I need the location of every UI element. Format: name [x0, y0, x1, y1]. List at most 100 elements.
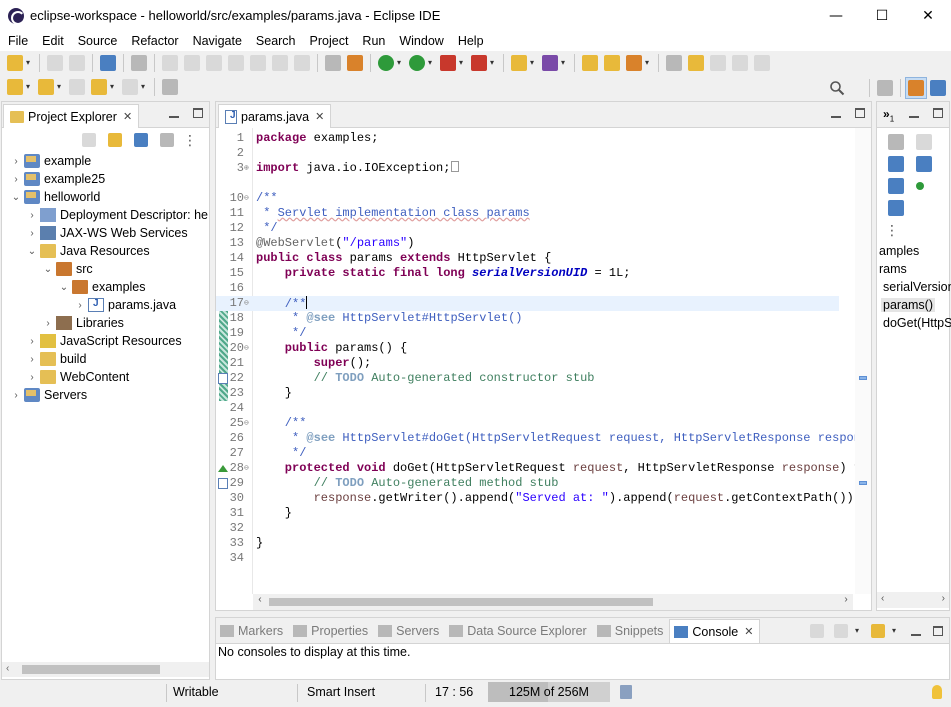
search-tool-icon[interactable]	[626, 55, 642, 71]
expand-icon[interactable]: ›	[74, 299, 86, 311]
heap-status[interactable]: 125M of 256M	[488, 682, 610, 702]
view-menu-icon[interactable]: ⋮	[183, 132, 197, 149]
tab-params-java[interactable]: params.java ✕	[218, 104, 332, 128]
new-java-project-icon[interactable]	[511, 55, 527, 71]
expand-icon[interactable]: ›	[26, 353, 38, 365]
tab-properties[interactable]: Properties	[289, 619, 374, 643]
focus-icon[interactable]	[160, 133, 174, 147]
new-console-dropdown-icon[interactable]: ▾	[892, 623, 899, 639]
java-perspective-icon[interactable]	[927, 77, 949, 99]
coverage-dropdown-icon[interactable]: ▾	[459, 55, 466, 71]
mark-occurrences-icon[interactable]	[688, 55, 704, 71]
tab-data-source-explorer[interactable]: Data Source Explorer	[445, 619, 593, 643]
tree-item[interactable]: ⌄ examples	[58, 278, 146, 296]
expand-icon[interactable]: ›	[26, 227, 38, 239]
open-perspective-icon[interactable]	[874, 77, 896, 99]
search-dropdown-icon[interactable]: ▾	[645, 55, 652, 71]
menu-run[interactable]: Run	[355, 31, 392, 51]
outline-item[interactable]: rams	[879, 262, 907, 276]
expand-icon[interactable]: ›	[26, 371, 38, 383]
next-annotation-dropdown-icon[interactable]: ▾	[26, 79, 33, 95]
view-menu-icon[interactable]: ⋮	[885, 222, 907, 239]
menu-edit[interactable]: Edit	[35, 31, 71, 51]
task-marker-icon[interactable]	[218, 373, 228, 384]
maximize-view-icon[interactable]	[855, 108, 865, 118]
disconnect-icon[interactable]	[228, 55, 244, 71]
external-tools-dropdown-icon[interactable]: ▾	[490, 55, 497, 71]
step-return-icon[interactable]	[294, 55, 310, 71]
back-dropdown-icon[interactable]: ▾	[110, 79, 117, 95]
expand-icon[interactable]: ›	[10, 155, 22, 167]
horizontal-scrollbar[interactable]: ‹ ›	[253, 594, 853, 610]
expand-icon[interactable]: ›	[10, 173, 22, 185]
overview-ruler[interactable]	[855, 128, 871, 594]
collapse-all-icon[interactable]	[916, 134, 932, 150]
focus-icon[interactable]	[888, 134, 904, 150]
override-marker-icon[interactable]	[218, 465, 228, 472]
tree-item[interactable]: › Deployment Descriptor: he	[26, 206, 208, 224]
new-dropdown-icon[interactable]: ▾	[26, 55, 33, 71]
hide-fields-icon[interactable]	[916, 156, 932, 172]
tab-snippets[interactable]: Snippets	[593, 619, 670, 643]
tab-markers[interactable]: Markers	[216, 619, 289, 643]
maximize-button[interactable]: ☐	[859, 0, 905, 31]
new-console-icon[interactable]	[871, 624, 885, 638]
step-into-icon[interactable]	[250, 55, 266, 71]
minimize-view-icon[interactable]	[909, 108, 919, 118]
menu-window[interactable]: Window	[392, 31, 450, 51]
menu-file[interactable]: File	[1, 31, 35, 51]
fold-expand-icon[interactable]: ⊕	[244, 161, 253, 176]
toggle-breadcrumb-icon[interactable]	[666, 55, 682, 71]
tree-item[interactable]: › example	[10, 152, 91, 170]
word-wrap-icon[interactable]	[732, 55, 748, 71]
tree-item[interactable]: ⌄ helloworld	[10, 188, 100, 206]
suspend-icon[interactable]	[184, 55, 200, 71]
tree-item[interactable]: › JAX-WS Web Services	[26, 224, 188, 242]
expand-icon[interactable]: ›	[10, 389, 22, 401]
pin-editor-icon[interactable]	[162, 79, 178, 95]
task-marker-icon[interactable]	[218, 478, 228, 489]
hide-local-types-icon[interactable]	[888, 200, 904, 216]
show-whitespace-icon[interactable]	[754, 55, 770, 71]
back-icon[interactable]	[91, 79, 107, 95]
fold-collapse-icon[interactable]: ⊖	[244, 341, 253, 356]
expand-icon[interactable]: ›	[26, 209, 38, 221]
debug-icon[interactable]	[378, 55, 394, 71]
save-all-icon[interactable]	[69, 55, 85, 71]
save-icon[interactable]	[47, 55, 63, 71]
forward-icon[interactable]	[122, 79, 138, 95]
run-icon[interactable]	[409, 55, 425, 71]
run-dropdown-icon[interactable]: ▾	[428, 55, 435, 71]
close-icon[interactable]: ✕	[744, 625, 753, 638]
close-icon[interactable]: ✕	[315, 110, 324, 123]
open-type-icon[interactable]	[582, 55, 598, 71]
hide-non-public-icon[interactable]	[916, 182, 924, 190]
next-annotation-icon[interactable]	[7, 79, 23, 95]
maximize-view-icon[interactable]	[193, 108, 203, 118]
use-step-filters-icon[interactable]	[325, 55, 341, 71]
menu-navigate[interactable]: Navigate	[186, 31, 249, 51]
fold-collapse-icon[interactable]: ⊖	[244, 191, 253, 206]
block-selection-icon[interactable]	[710, 55, 726, 71]
external-tools-icon[interactable]	[471, 55, 487, 71]
open-console-icon[interactable]	[810, 624, 824, 638]
terminate-icon[interactable]	[206, 55, 222, 71]
close-button[interactable]: ✕	[905, 0, 951, 31]
tab-servers[interactable]: Servers	[374, 619, 445, 643]
search-icon[interactable]	[829, 80, 845, 96]
code-editor[interactable]: 1 package examples; 2 3 ⊕ import java.io.IO…	[216, 128, 871, 610]
outline-item[interactable]: amples	[879, 244, 919, 258]
maximize-view-icon[interactable]	[933, 108, 943, 118]
new-project-dropdown-icon[interactable]: ▾	[530, 55, 537, 71]
filter-icon[interactable]	[134, 133, 148, 147]
outline-item[interactable]: serialVersion	[883, 280, 951, 294]
fold-collapse-icon[interactable]: ⊖	[244, 461, 253, 476]
collapse-icon[interactable]: ⌄	[58, 281, 70, 293]
collapse-icon[interactable]: ⌄	[26, 245, 38, 257]
tree-item[interactable]: › build	[26, 350, 86, 368]
expand-icon[interactable]: ›	[42, 317, 54, 329]
tree-item[interactable]: › example25	[10, 170, 105, 188]
tab-project-explorer[interactable]: Project Explorer ✕	[3, 104, 140, 128]
menu-refactor[interactable]: Refactor	[124, 31, 185, 51]
terminal-icon[interactable]	[100, 55, 116, 71]
